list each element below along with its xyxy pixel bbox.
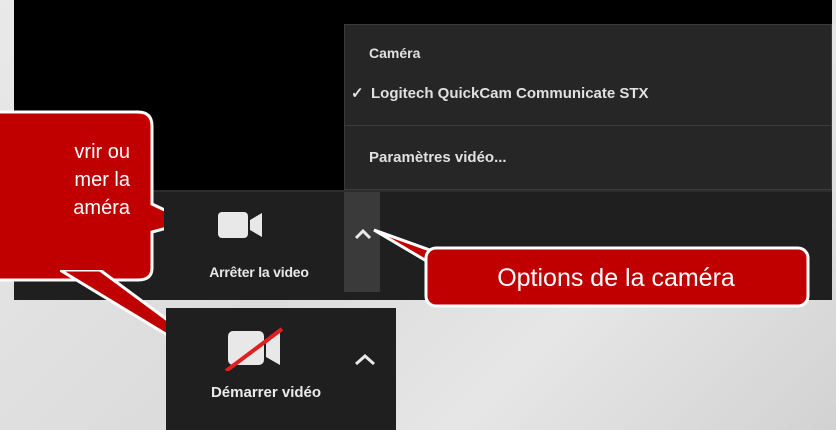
menu-item-label: Paramètres vidéo... [369, 149, 507, 166]
video-camera-off-icon[interactable] [224, 327, 284, 371]
camera-options-menu: Caméra ✓ Logitech QuickCam Communicate ST… [344, 24, 832, 190]
video-camera-icon [218, 212, 262, 238]
callout-left-text: vrir ou mer la améra [73, 141, 130, 219]
check-icon: ✓ [351, 85, 364, 102]
start-video-label: Démarrer vidéo [210, 384, 322, 401]
menu-divider [345, 125, 831, 126]
menu-item-label: Logitech QuickCam Communicate STX [371, 85, 649, 102]
menu-header: Caméra [369, 45, 421, 61]
menu-item-video-settings[interactable]: Paramètres vidéo... [345, 140, 831, 176]
chevron-up-icon[interactable] [352, 352, 378, 368]
callout-right-text: Options de la caméra [497, 264, 735, 292]
menu-item-logitech-camera[interactable]: ✓ Logitech QuickCam Communicate STX [345, 76, 831, 112]
